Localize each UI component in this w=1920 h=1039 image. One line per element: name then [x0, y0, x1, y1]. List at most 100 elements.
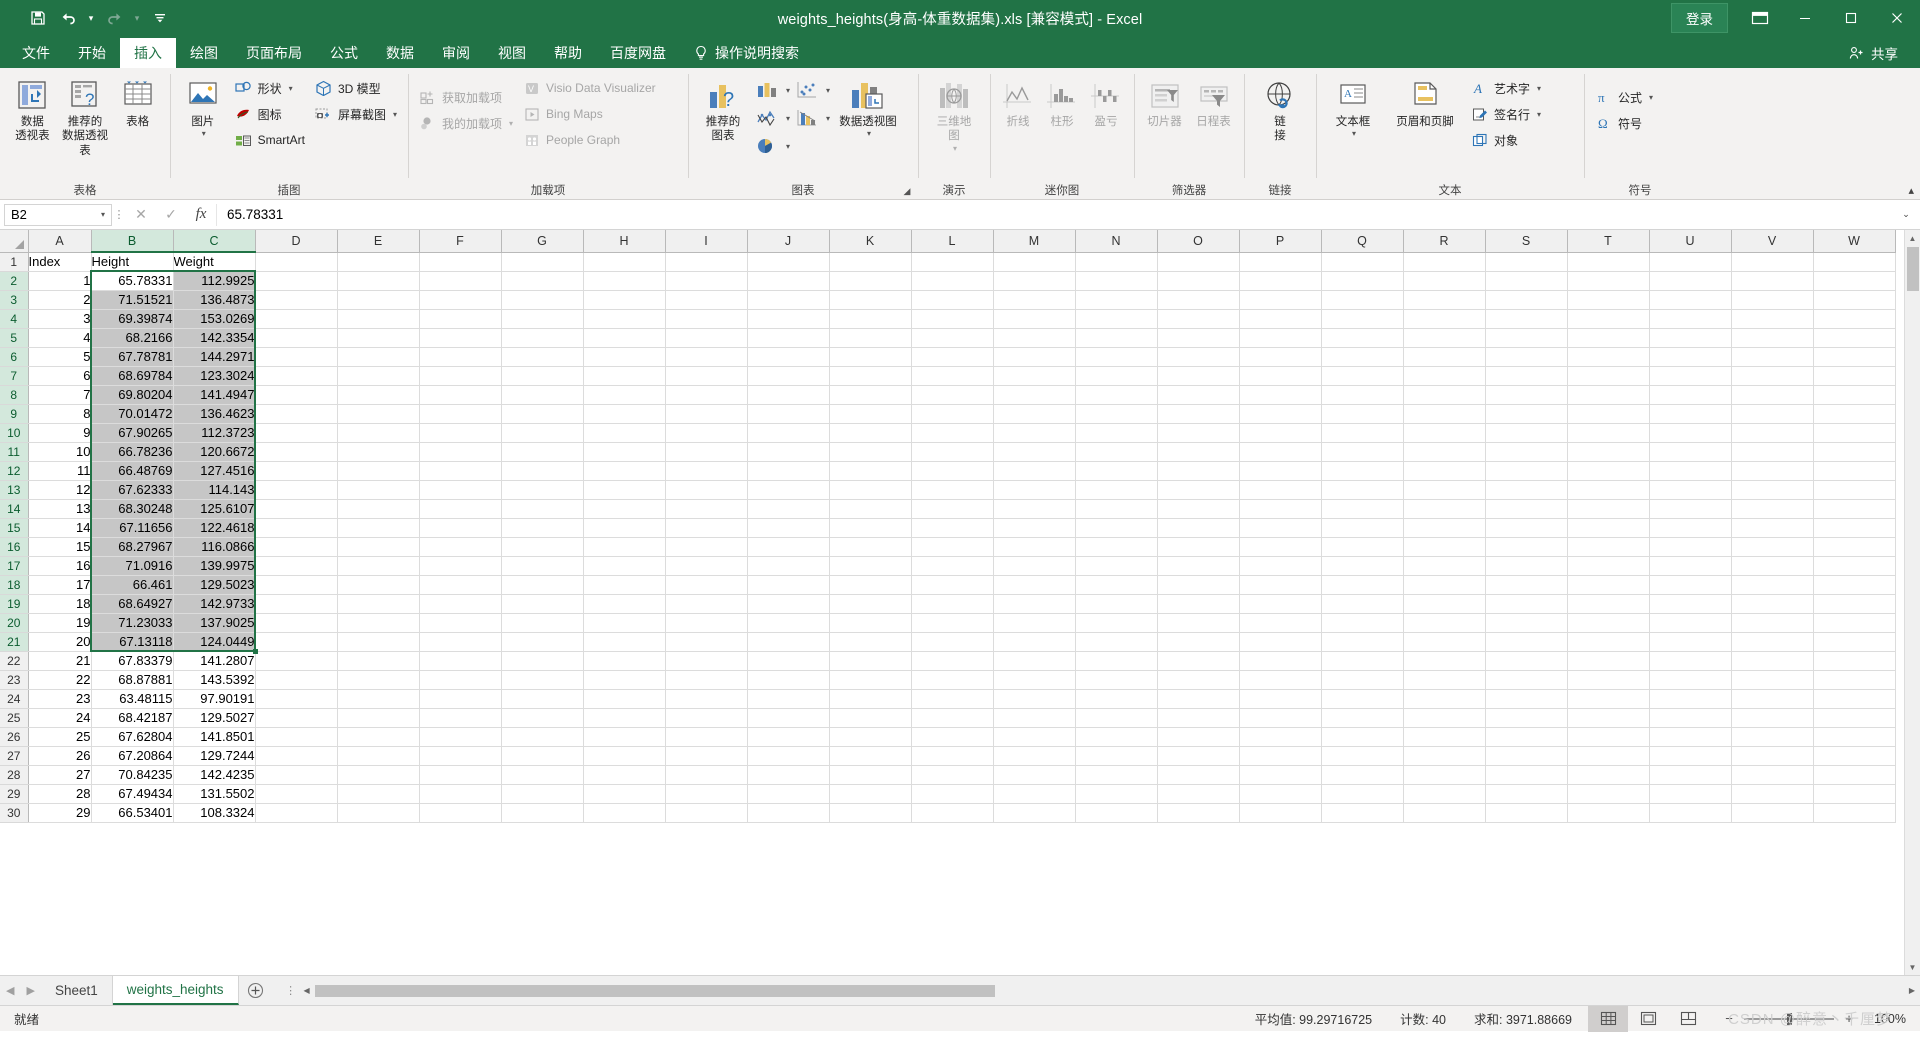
- cell-I26[interactable]: [665, 727, 748, 747]
- cell-O2[interactable]: [1157, 271, 1240, 291]
- zoom-slider-track[interactable]: [1744, 1012, 1834, 1025]
- page-layout-view-button[interactable]: [1628, 1006, 1668, 1032]
- symbol-button[interactable]: Ω 符号: [1590, 110, 1658, 136]
- cell-S24[interactable]: [1485, 689, 1568, 709]
- cell-O29[interactable]: [1157, 784, 1240, 804]
- cell-D14[interactable]: [255, 499, 338, 519]
- cell-P11[interactable]: [1239, 442, 1322, 462]
- cell-S23[interactable]: [1485, 670, 1568, 690]
- cell-D9[interactable]: [255, 404, 338, 424]
- cell-U6[interactable]: [1649, 347, 1732, 367]
- cell-E26[interactable]: [337, 727, 420, 747]
- cell-I20[interactable]: [665, 613, 748, 633]
- name-box[interactable]: B2 ▾: [4, 203, 112, 226]
- cell-Q19[interactable]: [1321, 594, 1404, 614]
- cell-M2[interactable]: [993, 271, 1076, 291]
- cell-B17[interactable]: 71.0916: [91, 556, 174, 576]
- cell-S5[interactable]: [1485, 328, 1568, 348]
- cell-D10[interactable]: [255, 423, 338, 443]
- undo-icon[interactable]: [54, 4, 82, 32]
- column-header-Q[interactable]: Q: [1321, 230, 1404, 253]
- cell-P20[interactable]: [1239, 613, 1322, 633]
- cell-E15[interactable]: [337, 518, 420, 538]
- cell-U17[interactable]: [1649, 556, 1732, 576]
- cell-J16[interactable]: [747, 537, 830, 557]
- cell-P22[interactable]: [1239, 651, 1322, 671]
- cell-R24[interactable]: [1403, 689, 1486, 709]
- row-header-29[interactable]: 29: [0, 784, 29, 804]
- cell-E8[interactable]: [337, 385, 420, 405]
- cell-G20[interactable]: [501, 613, 584, 633]
- my-addins-button[interactable]: 我的加载项 ▾: [414, 110, 518, 136]
- cell-F22[interactable]: [419, 651, 502, 671]
- cell-A1[interactable]: Index: [28, 252, 92, 272]
- cell-C2[interactable]: 112.9925: [173, 271, 256, 291]
- cell-T9[interactable]: [1567, 404, 1650, 424]
- cell-A23[interactable]: 22: [28, 670, 92, 690]
- cell-I29[interactable]: [665, 784, 748, 804]
- cell-J22[interactable]: [747, 651, 830, 671]
- cell-F23[interactable]: [419, 670, 502, 690]
- cell-O30[interactable]: [1157, 803, 1240, 823]
- cell-L5[interactable]: [911, 328, 994, 348]
- cell-S2[interactable]: [1485, 271, 1568, 291]
- cell-F1[interactable]: [419, 252, 502, 272]
- cell-V1[interactable]: [1731, 252, 1814, 272]
- cell-U15[interactable]: [1649, 518, 1732, 538]
- cell-C14[interactable]: 125.6107: [173, 499, 256, 519]
- cell-Q29[interactable]: [1321, 784, 1404, 804]
- cell-C8[interactable]: 141.4947: [173, 385, 256, 405]
- cell-M26[interactable]: [993, 727, 1076, 747]
- cell-N21[interactable]: [1075, 632, 1158, 652]
- cell-H17[interactable]: [583, 556, 666, 576]
- cell-A7[interactable]: 6: [28, 366, 92, 386]
- cell-F5[interactable]: [419, 328, 502, 348]
- cell-U8[interactable]: [1649, 385, 1732, 405]
- cell-B16[interactable]: 68.27967: [91, 537, 174, 557]
- cell-H25[interactable]: [583, 708, 666, 728]
- cell-J28[interactable]: [747, 765, 830, 785]
- object-button[interactable]: 对象: [1466, 127, 1546, 153]
- cancel-formula-icon[interactable]: ✕: [126, 204, 156, 226]
- cell-H28[interactable]: [583, 765, 666, 785]
- cell-E25[interactable]: [337, 708, 420, 728]
- cell-K29[interactable]: [829, 784, 912, 804]
- cell-G29[interactable]: [501, 784, 584, 804]
- cell-C6[interactable]: 144.2971: [173, 347, 256, 367]
- cell-W9[interactable]: [1813, 404, 1896, 424]
- ribbon-display-options-icon[interactable]: [1738, 0, 1782, 36]
- cell-I24[interactable]: [665, 689, 748, 709]
- cell-C20[interactable]: 137.9025: [173, 613, 256, 633]
- row-header-2[interactable]: 2: [0, 271, 29, 291]
- cell-R16[interactable]: [1403, 537, 1486, 557]
- cell-L20[interactable]: [911, 613, 994, 633]
- cell-A15[interactable]: 14: [28, 518, 92, 538]
- cell-S16[interactable]: [1485, 537, 1568, 557]
- cell-F28[interactable]: [419, 765, 502, 785]
- cell-L17[interactable]: [911, 556, 994, 576]
- cell-L11[interactable]: [911, 442, 994, 462]
- cell-B1[interactable]: Height: [91, 252, 174, 272]
- tab-baidu-netdisk[interactable]: 百度网盘: [596, 38, 680, 68]
- cell-G21[interactable]: [501, 632, 584, 652]
- cell-C5[interactable]: 142.3354: [173, 328, 256, 348]
- cell-G28[interactable]: [501, 765, 584, 785]
- cell-H7[interactable]: [583, 366, 666, 386]
- cell-B26[interactable]: 67.62804: [91, 727, 174, 747]
- cell-E21[interactable]: [337, 632, 420, 652]
- cell-E13[interactable]: [337, 480, 420, 500]
- cell-B6[interactable]: 67.78781: [91, 347, 174, 367]
- cell-B25[interactable]: 68.42187: [91, 708, 174, 728]
- cell-Q10[interactable]: [1321, 423, 1404, 443]
- cell-Q16[interactable]: [1321, 537, 1404, 557]
- cell-C26[interactable]: 141.8501: [173, 727, 256, 747]
- cell-I22[interactable]: [665, 651, 748, 671]
- cell-Q1[interactable]: [1321, 252, 1404, 272]
- cell-J23[interactable]: [747, 670, 830, 690]
- cell-Q5[interactable]: [1321, 328, 1404, 348]
- column-header-S[interactable]: S: [1485, 230, 1568, 253]
- cell-V19[interactable]: [1731, 594, 1814, 614]
- cell-T27[interactable]: [1567, 746, 1650, 766]
- cell-F30[interactable]: [419, 803, 502, 823]
- cell-J7[interactable]: [747, 366, 830, 386]
